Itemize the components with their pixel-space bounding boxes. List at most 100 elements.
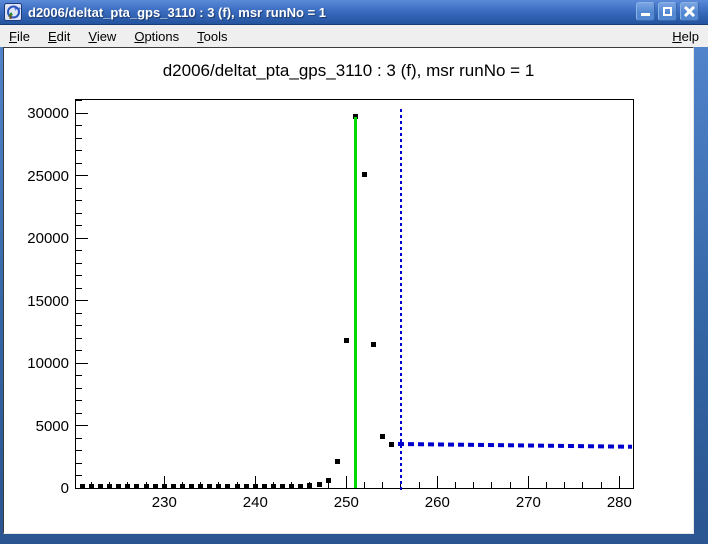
data-point-marker <box>235 484 240 489</box>
data-point-marker <box>271 484 276 489</box>
y-axis-minor-tick <box>76 163 82 164</box>
y-axis-major-tick <box>76 425 88 426</box>
background-fit-line <box>398 442 632 449</box>
y-axis-minor-tick <box>76 138 82 139</box>
x-axis-minor-tick <box>491 482 492 488</box>
menu-item-edit[interactable]: Edit <box>39 27 79 46</box>
menu-item-tools[interactable]: Tools <box>188 27 236 46</box>
t0-line <box>354 117 357 488</box>
x-axis-minor-tick <box>582 482 583 488</box>
menu-item-view[interactable]: View <box>79 27 125 46</box>
y-axis-major-tick <box>76 300 88 301</box>
data-point-marker <box>289 484 294 489</box>
data-point-marker <box>371 342 376 347</box>
y-axis-tick-label: 30000 <box>9 105 69 122</box>
x-axis-minor-tick <box>382 482 383 488</box>
data-point-marker <box>253 484 258 489</box>
data-point-marker <box>116 484 121 489</box>
y-axis-minor-tick <box>76 313 82 314</box>
plot-frame[interactable]: 2302402502602702800500010000150002000025… <box>75 99 634 489</box>
plot-title: d2006/deltat_pta_gps_3110 : 3 (f), msr r… <box>4 61 693 81</box>
y-axis-minor-tick <box>76 413 82 414</box>
y-axis-minor-tick <box>76 250 82 251</box>
y-axis-minor-tick <box>76 325 82 326</box>
y-axis-tick-label: 5000 <box>9 418 69 435</box>
title-bar[interactable]: ++ d2006/deltat_pta_gps_3110 : 3 (f), ms… <box>0 0 708 25</box>
y-axis-minor-tick <box>76 213 82 214</box>
y-axis-minor-tick <box>76 388 82 389</box>
first-good-bin-line <box>400 109 402 491</box>
data-point-marker <box>198 484 203 489</box>
y-axis-minor-tick <box>76 463 82 464</box>
y-axis-tick-label: 25000 <box>9 168 69 185</box>
app-icon: ++ <box>4 3 22 21</box>
svg-text:++: ++ <box>14 7 22 13</box>
data-point-marker <box>307 483 312 488</box>
data-point-marker <box>189 484 194 489</box>
y-axis-minor-tick <box>76 475 82 476</box>
y-axis-minor-tick <box>76 375 82 376</box>
x-axis-tick-label: 260 <box>415 494 459 511</box>
x-axis-minor-tick <box>455 482 456 488</box>
y-axis-minor-tick <box>76 225 82 226</box>
x-axis-minor-tick <box>546 482 547 488</box>
menu-item-help[interactable]: Help <box>663 27 708 46</box>
y-axis-major-tick <box>76 113 88 114</box>
data-point-marker <box>144 484 149 489</box>
data-point-marker <box>280 484 285 489</box>
x-axis-tick-label: 270 <box>506 494 550 511</box>
data-point-marker <box>216 484 221 489</box>
y-axis-major-tick <box>76 175 88 176</box>
y-axis-minor-tick <box>76 338 82 339</box>
x-axis-minor-tick <box>328 482 329 488</box>
y-axis-tick-label: 0 <box>9 480 69 497</box>
y-axis-minor-tick <box>76 450 82 451</box>
x-axis-tick-label: 280 <box>597 494 641 511</box>
data-point-marker <box>153 484 158 489</box>
menu-item-file[interactable]: File <box>0 27 39 46</box>
minimize-button[interactable] <box>636 2 655 21</box>
maximize-button[interactable] <box>658 2 677 21</box>
data-point-marker <box>180 484 185 489</box>
x-axis-minor-tick <box>419 482 420 488</box>
x-axis-minor-tick <box>601 482 602 488</box>
close-button[interactable] <box>680 2 699 21</box>
data-point-marker <box>89 484 94 489</box>
window-title: d2006/deltat_pta_gps_3110 : 3 (f), msr r… <box>28 5 326 20</box>
data-point-marker <box>362 172 367 177</box>
x-axis-tick-label: 240 <box>233 494 277 511</box>
x-axis-major-tick <box>528 476 529 488</box>
y-axis-major-tick <box>76 363 88 364</box>
x-axis-minor-tick <box>564 482 565 488</box>
x-axis-minor-tick <box>510 482 511 488</box>
data-point-marker <box>134 484 139 489</box>
y-axis-minor-tick <box>76 275 82 276</box>
y-axis-minor-tick <box>76 400 82 401</box>
data-point-marker <box>326 478 331 483</box>
x-axis-tick-label: 230 <box>142 494 186 511</box>
y-axis-minor-tick <box>76 350 82 351</box>
data-point-marker <box>107 484 112 489</box>
data-point-marker <box>162 484 167 489</box>
x-axis-major-tick <box>346 476 347 488</box>
data-point-marker <box>298 484 303 489</box>
y-axis-minor-tick <box>76 438 82 439</box>
x-axis-tick-label: 250 <box>324 494 368 511</box>
data-point-marker <box>207 484 212 489</box>
x-axis-minor-tick <box>473 482 474 488</box>
data-point-marker <box>80 484 85 489</box>
root-canvas[interactable]: d2006/deltat_pta_gps_3110 : 3 (f), msr r… <box>3 47 694 534</box>
y-axis-tick-label: 10000 <box>9 355 69 372</box>
y-axis-tick-label: 20000 <box>9 230 69 247</box>
y-axis-minor-tick <box>76 125 82 126</box>
menu-item-options[interactable]: Options <box>125 27 188 46</box>
y-axis-minor-tick <box>76 188 82 189</box>
data-point-marker <box>98 484 103 489</box>
data-point-marker <box>125 484 130 489</box>
data-point-marker <box>344 338 349 343</box>
x-axis-major-tick <box>437 476 438 488</box>
y-axis-tick-label: 15000 <box>9 293 69 310</box>
y-axis-minor-tick <box>76 263 82 264</box>
window-controls <box>636 2 699 21</box>
data-point-marker <box>171 484 176 489</box>
